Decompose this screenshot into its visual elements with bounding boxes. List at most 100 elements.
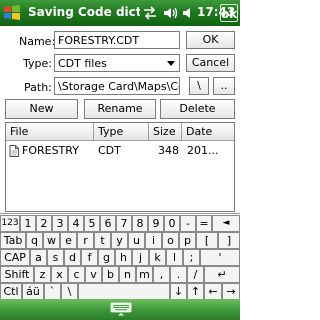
file-list-header: File Type Size Date	[6, 123, 234, 141]
path-input[interactable]: \Storage Card\Maps\Cod	[54, 77, 180, 95]
key-comma[interactable]: ,	[153, 266, 170, 283]
key-right-bracket[interactable]: ]	[218, 232, 240, 249]
key-c[interactable]: c	[68, 266, 85, 283]
key-a[interactable]: a	[30, 249, 47, 266]
path-label: Path:	[24, 81, 52, 94]
key-9[interactable]: 9	[148, 215, 164, 232]
name-label: Name:	[19, 35, 56, 48]
key-t[interactable]: t	[94, 232, 111, 249]
key-arrow-up[interactable]: ↑	[187, 283, 204, 300]
key-space[interactable]	[78, 283, 170, 300]
type-dropdown[interactable]: CDT files	[54, 54, 180, 72]
key-k[interactable]: k	[149, 249, 166, 266]
key-period[interactable]: .	[170, 266, 187, 283]
key-r[interactable]: r	[77, 232, 94, 249]
file-name: FORESTRY	[22, 144, 79, 157]
column-header-date[interactable]: Date	[182, 123, 234, 141]
delete-button[interactable]: Delete	[160, 99, 235, 119]
key-enter[interactable]: ↵	[204, 266, 240, 283]
key-7[interactable]: 7	[116, 215, 132, 232]
key-5[interactable]: 5	[84, 215, 100, 232]
chevron-down-icon[interactable]	[163, 55, 179, 71]
volume-icon[interactable]	[162, 5, 178, 21]
column-header-file[interactable]: File	[6, 123, 94, 141]
key-o[interactable]: o	[162, 232, 179, 249]
key-p[interactable]: p	[179, 232, 196, 249]
key-s[interactable]: s	[47, 249, 64, 266]
key-backtick[interactable]: `	[44, 283, 61, 300]
key-4[interactable]: 4	[68, 215, 84, 232]
name-input[interactable]: FORESTRY.CDT	[54, 31, 180, 49]
title-bar: Saving Code dictio 17:43 ok	[0, 0, 240, 26]
key-equals[interactable]: =	[196, 215, 212, 232]
key-2[interactable]: 2	[36, 215, 52, 232]
key-arrow-down[interactable]: ↓	[170, 283, 187, 300]
key-shift[interactable]: Shift	[0, 266, 34, 283]
key-6[interactable]: 6	[100, 215, 116, 232]
type-label: Type:	[23, 57, 52, 70]
key-semicolon[interactable]: ;	[183, 249, 200, 266]
key-x[interactable]: x	[51, 266, 68, 283]
soft-keyboard: 123 1 2 3 4 5 6 7 8 9 0 - = ◄ Tab q w e …	[0, 213, 240, 300]
key-backslash[interactable]: \	[61, 283, 78, 300]
key-apostrophe[interactable]: '	[200, 249, 240, 266]
ok-button[interactable]: OK	[186, 31, 235, 49]
keyboard-row-asdf: CAP a s d f g h j k l ; '	[0, 249, 240, 266]
menu-bar	[0, 299, 240, 320]
file-type: CDT	[98, 144, 121, 157]
key-l[interactable]: l	[166, 249, 183, 266]
key-slash[interactable]: /	[187, 266, 204, 283]
file-date: 201...	[187, 144, 219, 157]
column-header-type[interactable]: Type	[94, 123, 149, 141]
key-1[interactable]: 1	[20, 215, 36, 232]
key-d[interactable]: d	[64, 249, 81, 266]
key-0[interactable]: 0	[164, 215, 180, 232]
key-tab[interactable]: Tab	[0, 232, 26, 249]
key-left-bracket[interactable]: [	[196, 232, 218, 249]
file-icon	[9, 145, 19, 157]
table-row[interactable]: FORESTRY CDT 348 201...	[6, 143, 234, 159]
key-q[interactable]: q	[26, 232, 43, 249]
key-123[interactable]: 123	[0, 215, 20, 232]
key-w[interactable]: w	[43, 232, 60, 249]
key-backspace[interactable]: ◄	[212, 215, 240, 232]
key-accents[interactable]: áü	[22, 283, 44, 300]
rename-button[interactable]: Rename	[84, 99, 156, 119]
speaker-icon	[183, 8, 190, 18]
key-8[interactable]: 8	[132, 215, 148, 232]
windows-logo-icon[interactable]	[2, 3, 22, 23]
key-y[interactable]: y	[111, 232, 128, 249]
key-minus[interactable]: -	[180, 215, 196, 232]
key-3[interactable]: 3	[52, 215, 68, 232]
title-ok-button[interactable]: ok	[220, 4, 238, 22]
key-ctrl[interactable]: Ctl	[0, 283, 22, 300]
key-arrow-left[interactable]: ←	[204, 283, 222, 300]
keyboard-row-numbers: 123 1 2 3 4 5 6 7 8 9 0 - = ◄	[0, 215, 240, 232]
keyboard-row-zxcv: Shift z x c v b n m , . / ↵	[0, 266, 240, 283]
key-f[interactable]: f	[81, 249, 98, 266]
parent-directory-button[interactable]: ..	[213, 77, 235, 95]
key-caps[interactable]: CAP	[0, 249, 30, 266]
keyboard-row-qwerty: Tab q w e r t y u i o p [ ]	[0, 232, 240, 249]
key-g[interactable]: g	[98, 249, 115, 266]
key-u[interactable]: u	[128, 232, 145, 249]
key-n[interactable]: n	[119, 266, 136, 283]
type-dropdown-value: CDT files	[58, 57, 107, 70]
key-i[interactable]: i	[145, 232, 162, 249]
connectivity-icon[interactable]	[142, 5, 158, 21]
key-m[interactable]: m	[136, 266, 153, 283]
key-arrow-right[interactable]: →	[222, 283, 240, 300]
new-directory-button[interactable]: New directory	[5, 99, 78, 133]
key-e[interactable]: e	[60, 232, 77, 249]
key-v[interactable]: v	[85, 266, 102, 283]
key-z[interactable]: z	[34, 266, 51, 283]
file-list[interactable]: File Type Size Date FORESTRY CDT 348 201…	[5, 122, 235, 212]
keyboard-row-bottom: Ctl áü ` \ ↓ ↑ ← →	[0, 283, 240, 300]
column-header-size[interactable]: Size	[149, 123, 182, 141]
keyboard-icon[interactable]	[108, 302, 134, 317]
key-h[interactable]: h	[115, 249, 132, 266]
key-j[interactable]: j	[132, 249, 149, 266]
key-b[interactable]: b	[102, 266, 119, 283]
root-directory-button[interactable]: \	[189, 77, 209, 95]
cancel-button[interactable]: Cancel	[186, 54, 235, 72]
